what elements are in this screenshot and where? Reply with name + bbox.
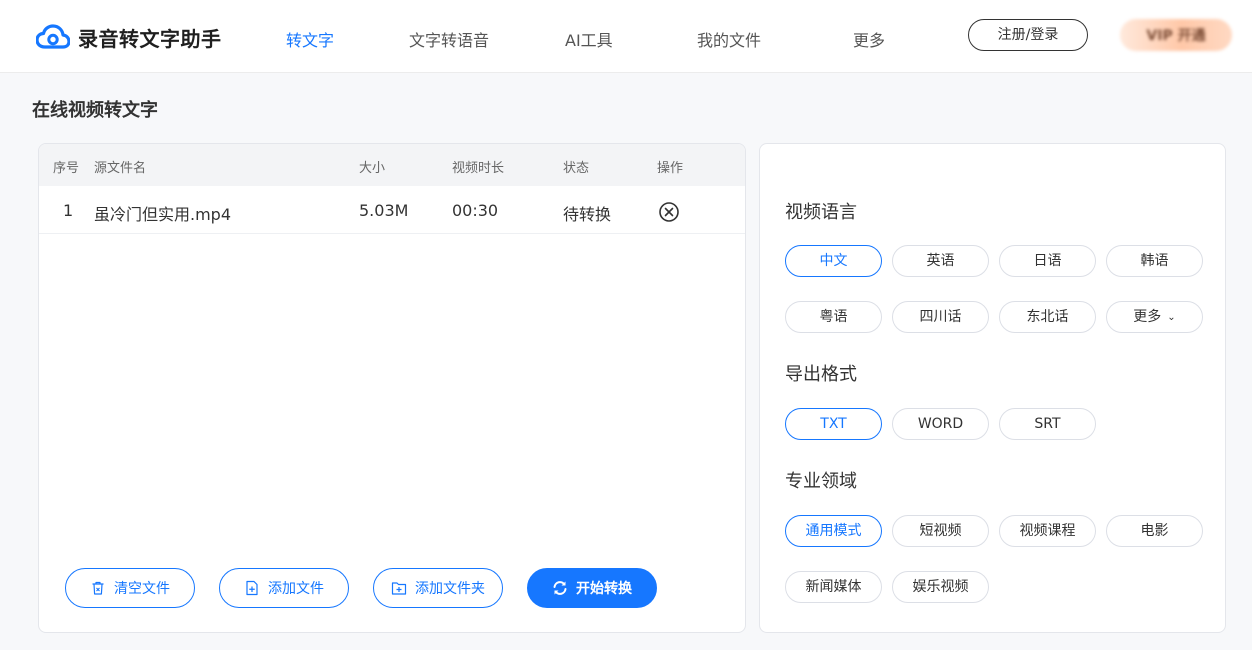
format-option-srt[interactable]: SRT — [999, 408, 1096, 440]
domain-option-general[interactable]: 通用模式 — [785, 515, 882, 547]
add-folder-button[interactable]: 添加文件夹 — [373, 568, 503, 608]
format-section-title: 导出格式 — [785, 364, 857, 385]
delete-icon[interactable] — [658, 201, 680, 223]
language-option-cantonese[interactable]: 粤语 — [785, 301, 882, 333]
language-option-korean[interactable]: 韩语 — [1106, 245, 1203, 277]
format-option-txt[interactable]: TXT — [785, 408, 882, 440]
convert-icon — [553, 581, 567, 595]
domain-option-entertainment[interactable]: 娱乐视频 — [892, 571, 989, 603]
cloud-logo-icon — [36, 24, 70, 49]
column-index: 序号 — [53, 161, 80, 176]
language-section-title: 视频语言 — [785, 202, 857, 223]
column-actions: 操作 — [657, 161, 684, 176]
row-index: 1 — [63, 201, 74, 220]
domain-option-video-course[interactable]: 视频课程 — [999, 515, 1096, 547]
column-size: 大小 — [359, 161, 386, 176]
domain-option-news-media[interactable]: 新闻媒体 — [785, 571, 882, 603]
nav-text-to-speech[interactable]: 文字转语音 — [409, 27, 489, 51]
column-filename: 源文件名 — [94, 161, 147, 176]
row-status: 待转换 — [563, 205, 612, 224]
start-convert-button[interactable]: 开始转换 — [527, 568, 657, 608]
settings-panel: 视频语言 中文 英语 日语 韩语 粤语 四川话 东北话 更多 ⌄ 导出格式 TXT… — [759, 143, 1226, 633]
file-list-panel: 序号 源文件名 大小 视频时长 状态 操作 1 虽冷门但实用.mp4 5.03M… — [38, 143, 746, 633]
clear-files-label: 清空文件 — [114, 581, 170, 597]
logo[interactable]: 录音转文字助手 — [36, 23, 222, 51]
login-button[interactable]: 注册/登录 — [968, 19, 1088, 51]
add-file-button[interactable]: 添加文件 — [219, 568, 349, 608]
row-size: 5.03M — [359, 201, 409, 220]
add-folder-icon — [391, 582, 407, 595]
row-duration: 00:30 — [452, 201, 499, 220]
chevron-down-icon: ⌄ — [1167, 312, 1176, 323]
clear-files-button[interactable]: 清空文件 — [65, 568, 195, 608]
language-option-english[interactable]: 英语 — [892, 245, 989, 277]
nav-ai-tools[interactable]: AI工具 — [565, 27, 613, 51]
domain-section-title: 专业领域 — [785, 471, 857, 492]
logo-text: 录音转文字助手 — [78, 26, 222, 51]
row-filename: 虽冷门但实用.mp4 — [94, 205, 232, 224]
add-file-icon — [246, 580, 258, 596]
language-option-northeastern[interactable]: 东北话 — [999, 301, 1096, 333]
format-option-word[interactable]: WORD — [892, 408, 989, 440]
top-header: 录音转文字助手 转文字 文字转语音 AI工具 我的文件 更多 注册/登录 VIP… — [0, 0, 1252, 73]
language-more-dropdown[interactable]: 更多 ⌄ — [1106, 301, 1203, 333]
table-header: 序号 源文件名 大小 视频时长 状态 操作 — [39, 144, 745, 186]
page-title: 在线视频转文字 — [32, 100, 158, 121]
nav-speech-to-text[interactable]: 转文字 — [286, 27, 334, 51]
column-status: 状态 — [563, 161, 590, 176]
nav-more[interactable]: 更多 — [853, 27, 885, 51]
language-more-label: 更多 — [1133, 309, 1162, 325]
domain-option-movie[interactable]: 电影 — [1106, 515, 1203, 547]
table-row: 1 虽冷门但实用.mp4 5.03M 00:30 待转换 — [39, 186, 745, 234]
language-option-sichuanese[interactable]: 四川话 — [892, 301, 989, 333]
language-option-japanese[interactable]: 日语 — [999, 245, 1096, 277]
start-convert-label: 开始转换 — [576, 581, 632, 597]
language-option-chinese[interactable]: 中文 — [785, 245, 882, 277]
nav-my-files[interactable]: 我的文件 — [697, 27, 761, 51]
trash-icon — [92, 581, 104, 595]
vip-badge[interactable]: VIP 开通 — [1120, 19, 1232, 51]
add-folder-label: 添加文件夹 — [415, 581, 485, 597]
column-duration: 视频时长 — [452, 161, 505, 176]
add-file-label: 添加文件 — [268, 581, 324, 597]
domain-option-short-video[interactable]: 短视频 — [892, 515, 989, 547]
